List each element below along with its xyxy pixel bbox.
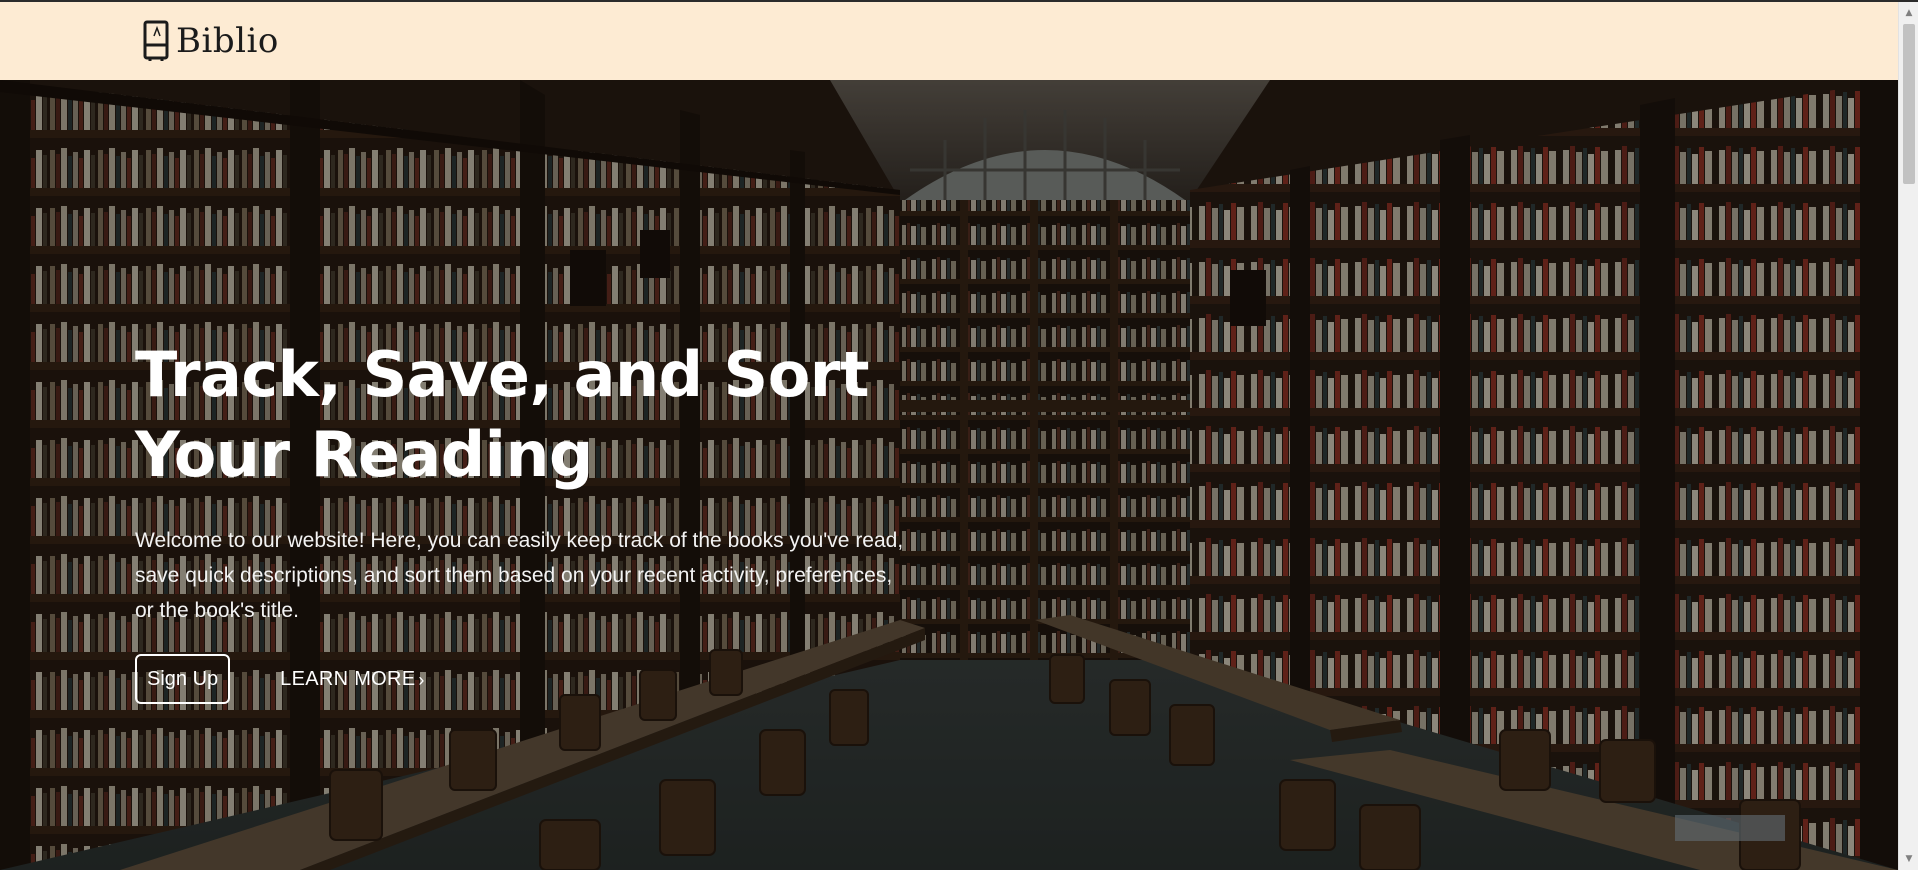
vertical-scrollbar[interactable]: ▲ ▼ (1898, 2, 1918, 870)
scroll-down-arrow-icon[interactable]: ▼ (1899, 850, 1918, 868)
brand-logo[interactable]: Biblio (142, 20, 279, 62)
hero-section: Track, Save, and Sort Your Reading Welco… (0, 80, 1898, 870)
hero-title: Track, Save, and Sort Your Reading (135, 338, 870, 491)
learn-more-label: LEARN MORE (280, 667, 416, 690)
scrollbar-thumb[interactable] (1903, 24, 1915, 184)
site-header: Biblio (0, 2, 1898, 80)
chevron-right-icon: › (418, 669, 425, 690)
brand-name: Biblio (176, 21, 279, 61)
hero-content: Track, Save, and Sort Your Reading Welco… (135, 335, 915, 704)
book-stand-icon (143, 20, 169, 61)
page: Biblio Track, Save, and Sort Your Readin… (0, 0, 1918, 870)
sign-up-label: Sign Up (147, 667, 219, 690)
learn-more-link[interactable]: LEARN MORE › (280, 668, 425, 691)
sign-up-button[interactable]: Sign Up (135, 654, 231, 704)
hero-description: Welcome to our website! Here, you can ea… (135, 529, 904, 622)
scroll-up-arrow-icon[interactable]: ▲ (1899, 4, 1918, 22)
hero-actions: Sign Up LEARN MORE › (135, 654, 915, 704)
